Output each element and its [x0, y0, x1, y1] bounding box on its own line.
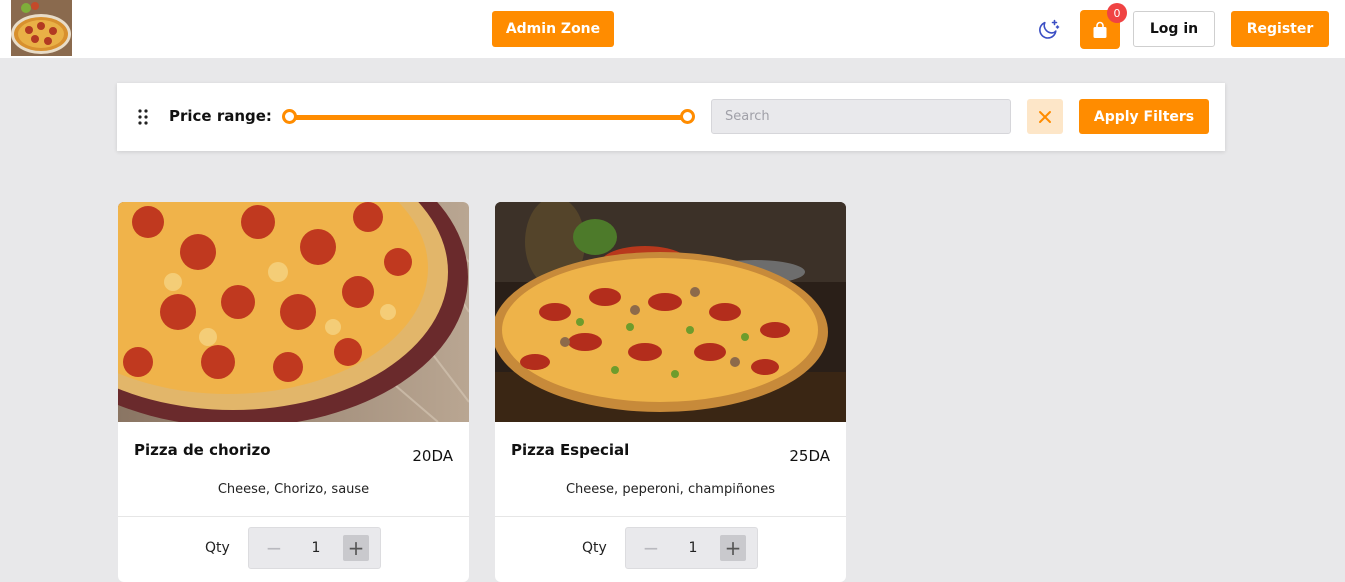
- register-button[interactable]: Register: [1231, 11, 1329, 47]
- increase-qty-button[interactable]: +: [343, 535, 369, 561]
- price-max-handle[interactable]: [680, 109, 695, 124]
- decrease-qty-button[interactable]: −: [638, 535, 664, 561]
- product-price: 20DA: [412, 447, 453, 465]
- search-input[interactable]: [711, 99, 1011, 134]
- product-name: Pizza de chorizo: [134, 441, 271, 459]
- product-card: Pizza de chorizo 20DA Cheese, Chorizo, s…: [118, 202, 469, 582]
- quantity-stepper: − 1 +: [625, 527, 758, 569]
- card-divider: [118, 516, 469, 517]
- shopping-bag-icon: [1093, 21, 1107, 38]
- qty-value[interactable]: 1: [299, 540, 333, 556]
- qty-value[interactable]: 1: [676, 540, 710, 556]
- moon-stars-icon[interactable]: [1036, 16, 1062, 42]
- qty-label: Qty: [582, 540, 607, 556]
- price-range-track[interactable]: [289, 115, 687, 120]
- qty-label: Qty: [205, 540, 230, 556]
- pizza-especial-image[interactable]: [495, 202, 846, 422]
- login-button[interactable]: Log in: [1133, 11, 1215, 47]
- quantity-stepper: − 1 +: [248, 527, 381, 569]
- clear-filters-button[interactable]: [1027, 99, 1063, 134]
- cart-count-badge: 0: [1107, 3, 1127, 23]
- drag-dots-icon[interactable]: [137, 108, 149, 130]
- filter-bar: Price range: Apply Filters: [117, 83, 1225, 151]
- price-range-label: Price range:: [169, 107, 272, 125]
- price-min-handle[interactable]: [282, 109, 297, 124]
- close-icon: [1039, 110, 1051, 123]
- product-card: Pizza Especial 25DA Cheese, peperoni, ch…: [495, 202, 846, 582]
- product-description: Cheese, peperoni, champiñones: [565, 482, 776, 497]
- pizza-logo-icon[interactable]: [11, 0, 72, 56]
- apply-filters-button[interactable]: Apply Filters: [1079, 99, 1209, 134]
- increase-qty-button[interactable]: +: [720, 535, 746, 561]
- cart-button[interactable]: 0: [1080, 3, 1127, 49]
- product-price: 25DA: [789, 447, 830, 465]
- top-navbar: Admin Zone 0 Log in Register: [0, 0, 1345, 58]
- product-name: Pizza Especial: [511, 441, 630, 459]
- admin-zone-button[interactable]: Admin Zone: [492, 11, 614, 47]
- product-description: Cheese, Chorizo, sause: [217, 482, 370, 497]
- pizza-chorizo-image[interactable]: [118, 202, 469, 422]
- decrease-qty-button[interactable]: −: [261, 535, 287, 561]
- card-divider: [495, 516, 846, 517]
